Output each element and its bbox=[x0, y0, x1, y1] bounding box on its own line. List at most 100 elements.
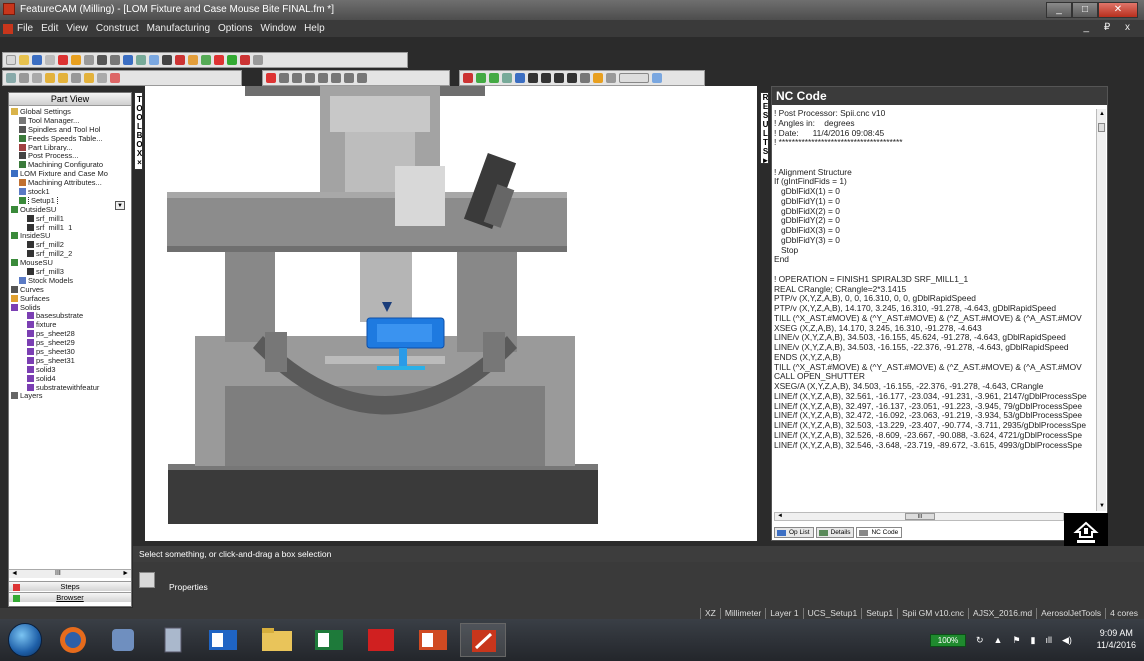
tree-item[interactable]: ps_sheet31 bbox=[9, 356, 131, 365]
nc-scroll-left-icon[interactable]: ◄ bbox=[777, 513, 783, 519]
tray-network-icon[interactable]: ▮ bbox=[1031, 635, 1036, 646]
menu-window[interactable]: Window bbox=[261, 23, 297, 34]
tree-item[interactable]: substratewithfeatur bbox=[9, 383, 131, 392]
tree-item[interactable]: stock1 bbox=[9, 187, 131, 196]
menu-file[interactable]: File bbox=[17, 23, 33, 34]
menu-view[interactable]: View bbox=[66, 23, 88, 34]
tree-item[interactable]: srf_mill3 bbox=[9, 267, 131, 276]
tree-item[interactable]: Post Process... bbox=[9, 151, 131, 160]
sim-options-icon[interactable] bbox=[652, 73, 662, 83]
scroll-left-icon[interactable]: ◄ bbox=[11, 570, 18, 577]
rectangle-icon[interactable] bbox=[58, 73, 68, 83]
rotate-icon[interactable] bbox=[110, 55, 120, 65]
sim-end-icon[interactable] bbox=[567, 73, 577, 83]
powerpoint-taskbar-icon[interactable] bbox=[410, 623, 456, 657]
view-icon[interactable] bbox=[136, 55, 146, 65]
recycle-icon[interactable] bbox=[188, 55, 198, 65]
gcode-icon[interactable] bbox=[214, 55, 224, 65]
fillet-icon[interactable] bbox=[305, 73, 315, 83]
scroll-right-icon[interactable]: ► bbox=[122, 570, 129, 577]
tree-scroll-thumb[interactable]: III bbox=[55, 570, 61, 577]
tree-horizontal-scrollbar[interactable]: ◄ III ► bbox=[9, 569, 131, 578]
tree-item[interactable]: Surfaces bbox=[9, 294, 131, 303]
sim-tool-icon[interactable] bbox=[593, 73, 603, 83]
wizard-icon[interactable] bbox=[162, 55, 172, 65]
menu-help[interactable]: Help bbox=[304, 23, 325, 34]
tree-item[interactable]: Setup1 bbox=[9, 195, 131, 205]
firefox-taskbar-icon[interactable] bbox=[50, 623, 96, 657]
toolbox-strip[interactable]: T O O L B O X × bbox=[134, 92, 143, 170]
nc-code-text[interactable]: ! Post Processor: Spii.cnc v10! Angles i… bbox=[774, 109, 1094, 509]
close-tool-icon[interactable] bbox=[175, 55, 185, 65]
report-icon[interactable] bbox=[240, 55, 250, 65]
tree-item[interactable]: fixture bbox=[9, 320, 131, 329]
graphics-viewport[interactable] bbox=[145, 86, 757, 541]
trim-icon[interactable] bbox=[318, 73, 328, 83]
maximize-icon[interactable]: □ bbox=[1072, 2, 1098, 18]
tree-item[interactable]: srf_mill2 bbox=[9, 240, 131, 249]
close-icon[interactable]: ✕ bbox=[1098, 2, 1138, 18]
save-icon[interactable] bbox=[32, 55, 42, 65]
box-icon[interactable] bbox=[357, 73, 367, 83]
sim-play-icon[interactable] bbox=[528, 73, 538, 83]
offset-icon[interactable] bbox=[331, 73, 341, 83]
taskbar-clock[interactable]: 9:09 AM 11/4/2016 bbox=[1097, 627, 1136, 651]
minimize-icon[interactable]: _ bbox=[1046, 2, 1072, 18]
nc-horizontal-scrollbar[interactable]: ◄ III bbox=[774, 512, 1064, 521]
outlook-taskbar-icon[interactable] bbox=[200, 623, 246, 657]
tree-item[interactable]: solid4 bbox=[9, 374, 131, 383]
point-icon[interactable] bbox=[6, 73, 16, 83]
tab-op-list[interactable]: Op List bbox=[774, 527, 814, 538]
file-explorer-taskbar-icon[interactable] bbox=[254, 623, 300, 657]
tab-steps[interactable]: Steps bbox=[9, 581, 131, 591]
feature-icon[interactable] bbox=[149, 55, 159, 65]
menu-manufacturing[interactable]: Manufacturing bbox=[147, 23, 210, 34]
nc-hscroll-thumb[interactable]: III bbox=[905, 513, 935, 520]
sim-stop-icon[interactable] bbox=[463, 73, 473, 83]
tree-item[interactable]: Curves bbox=[9, 285, 131, 294]
circle-center-icon[interactable] bbox=[292, 73, 302, 83]
document-menu-icon[interactable] bbox=[3, 23, 13, 34]
tree-item[interactable]: Tool Manager... bbox=[9, 116, 131, 125]
tab-browser[interactable]: Browser bbox=[9, 592, 131, 602]
dimension-icon[interactable] bbox=[110, 73, 120, 83]
tray-flag-icon[interactable]: ⚑ bbox=[1012, 635, 1020, 646]
mdi-controls[interactable]: _ ₽ x bbox=[1084, 22, 1136, 33]
tab-nc-code[interactable]: NC Code bbox=[856, 527, 903, 538]
select-icon[interactable] bbox=[97, 55, 107, 65]
mirror-icon[interactable] bbox=[344, 73, 354, 83]
app3-taskbar-icon[interactable] bbox=[100, 623, 146, 657]
tree-item[interactable]: Part Library... bbox=[9, 143, 131, 151]
tray-expand-icon[interactable]: ▲ bbox=[994, 635, 1003, 645]
sim-speed-slider[interactable] bbox=[619, 73, 649, 83]
sim-center-icon[interactable] bbox=[502, 73, 512, 83]
properties-label[interactable]: Properties bbox=[169, 582, 208, 592]
tree-item[interactable]: ps_sheet28 bbox=[9, 329, 131, 338]
tree-item[interactable]: LOM Fixture and Case Mo bbox=[9, 169, 131, 178]
menu-construct[interactable]: Construct bbox=[96, 23, 139, 34]
new-file-icon[interactable] bbox=[6, 55, 16, 65]
acrobat-taskbar-icon[interactable] bbox=[358, 623, 404, 657]
tree-item[interactable]: OutsideSU bbox=[9, 205, 131, 214]
sim-clock-icon[interactable] bbox=[606, 73, 616, 83]
toolbox-close-icon[interactable]: × bbox=[135, 158, 144, 167]
results-strip[interactable]: R E S U L T S ► bbox=[760, 92, 769, 165]
scroll-down-icon[interactable]: ▼ bbox=[1099, 503, 1105, 509]
edit-icon[interactable] bbox=[71, 55, 81, 65]
curve-tool-icon[interactable] bbox=[71, 73, 81, 83]
simulate-icon[interactable] bbox=[201, 55, 211, 65]
sim-3d-icon[interactable] bbox=[489, 73, 499, 83]
excel-taskbar-icon[interactable] bbox=[306, 623, 352, 657]
tray-volume-icon[interactable]: ◀) bbox=[1062, 635, 1072, 646]
machine-model-render[interactable] bbox=[145, 86, 757, 541]
sim-forward-icon[interactable] bbox=[554, 73, 564, 83]
arc-icon[interactable] bbox=[32, 73, 42, 83]
settings-icon[interactable] bbox=[253, 55, 263, 65]
menu-edit[interactable]: Edit bbox=[41, 23, 58, 34]
polyline-icon[interactable] bbox=[279, 73, 289, 83]
snap-icon[interactable] bbox=[45, 55, 55, 65]
nc-vertical-scrollbar[interactable]: ▲ ▼ bbox=[1096, 109, 1106, 511]
tree-item[interactable]: basesubstrate bbox=[9, 311, 131, 320]
tree-item[interactable]: ps_sheet29 bbox=[9, 338, 131, 347]
tree-item[interactable]: ps_sheet30 bbox=[9, 347, 131, 356]
